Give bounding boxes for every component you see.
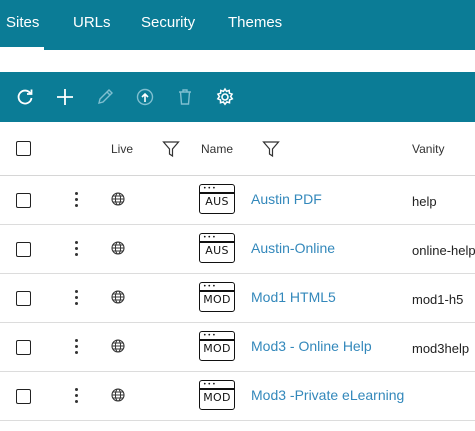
sites-table: Live Name Vanity ••• AUS Austin PDF help…: [0, 122, 475, 421]
select-all-checkbox[interactable]: [16, 141, 31, 156]
site-type-icon: ••• MOD: [199, 380, 235, 410]
site-code: MOD: [203, 342, 231, 355]
toolbar: [0, 72, 475, 122]
header-name: Name: [201, 142, 234, 156]
row-checkbox[interactable]: [16, 291, 31, 306]
table-row[interactable]: ••• MOD Mod1 HTML5 mod1-h5: [0, 274, 475, 323]
settings-icon: [216, 87, 234, 106]
site-code: MOD: [203, 293, 231, 306]
add-button[interactable]: [54, 86, 76, 108]
vanity-value: mod1-h5: [412, 292, 464, 307]
active-tab-indicator: [0, 47, 44, 50]
row-menu-icon[interactable]: [73, 339, 79, 357]
site-name-link[interactable]: Mod3 - Online Help: [251, 338, 372, 354]
globe-icon: [111, 192, 125, 206]
site-name-link[interactable]: Mod1 HTML5: [251, 289, 336, 305]
table-row[interactable]: ••• AUS Austin PDF help: [0, 176, 475, 225]
vanity-value: online-help: [412, 243, 475, 258]
tab-security[interactable]: Security: [141, 14, 195, 36]
table-row[interactable]: ••• AUS Austin-Online online-help: [0, 225, 475, 274]
publish-button[interactable]: [134, 86, 156, 108]
row-checkbox[interactable]: [16, 389, 31, 404]
site-code: AUS: [205, 244, 229, 257]
site-name-link[interactable]: Austin-Online: [251, 240, 335, 256]
site-type-icon: ••• AUS: [199, 233, 235, 263]
delete-icon: [179, 89, 191, 105]
name-filter-icon[interactable]: [262, 140, 280, 158]
top-tab-bar: Sites URLs Security Themes: [0, 0, 475, 50]
row-checkbox[interactable]: [16, 340, 31, 355]
site-code: AUS: [205, 195, 229, 208]
row-checkbox[interactable]: [16, 193, 31, 208]
vanity-value: mod3help: [412, 341, 470, 356]
tab-sites[interactable]: Sites: [6, 14, 39, 36]
site-type-icon: ••• MOD: [199, 282, 235, 312]
header-live: Live: [111, 142, 134, 156]
add-icon: [57, 89, 73, 105]
site-name-link[interactable]: Austin PDF: [251, 191, 322, 207]
globe-icon: [111, 241, 125, 255]
row-menu-icon[interactable]: [73, 241, 79, 259]
row-checkbox[interactable]: [16, 242, 31, 257]
tab-urls[interactable]: URLs: [73, 14, 111, 36]
edit-icon: [98, 89, 113, 104]
vanity-value: help: [412, 194, 437, 209]
table-row[interactable]: ••• MOD Mod3 -Private eLearning: [0, 372, 475, 421]
globe-icon: [111, 339, 125, 353]
live-filter-icon[interactable]: [162, 140, 180, 158]
globe-icon: [111, 388, 125, 402]
settings-button[interactable]: [214, 86, 236, 108]
site-type-icon: ••• MOD: [199, 331, 235, 361]
tab-themes[interactable]: Themes: [228, 14, 282, 36]
row-menu-icon[interactable]: [73, 388, 79, 406]
globe-icon: [111, 290, 125, 304]
site-type-icon: ••• AUS: [199, 184, 235, 214]
refresh-icon: [17, 89, 33, 105]
edit-button[interactable]: [94, 86, 116, 108]
table-row[interactable]: ••• MOD Mod3 - Online Help mod3help: [0, 323, 475, 372]
header-vanity: Vanity: [412, 142, 445, 156]
delete-button[interactable]: [174, 86, 196, 108]
row-menu-icon[interactable]: [73, 192, 79, 210]
row-menu-icon[interactable]: [73, 290, 79, 308]
publish-icon: [136, 88, 154, 106]
site-name-link[interactable]: Mod3 -Private eLearning: [251, 387, 404, 403]
refresh-button[interactable]: [14, 86, 36, 108]
site-code: MOD: [203, 391, 231, 404]
table-header: Live Name Vanity: [0, 122, 475, 176]
